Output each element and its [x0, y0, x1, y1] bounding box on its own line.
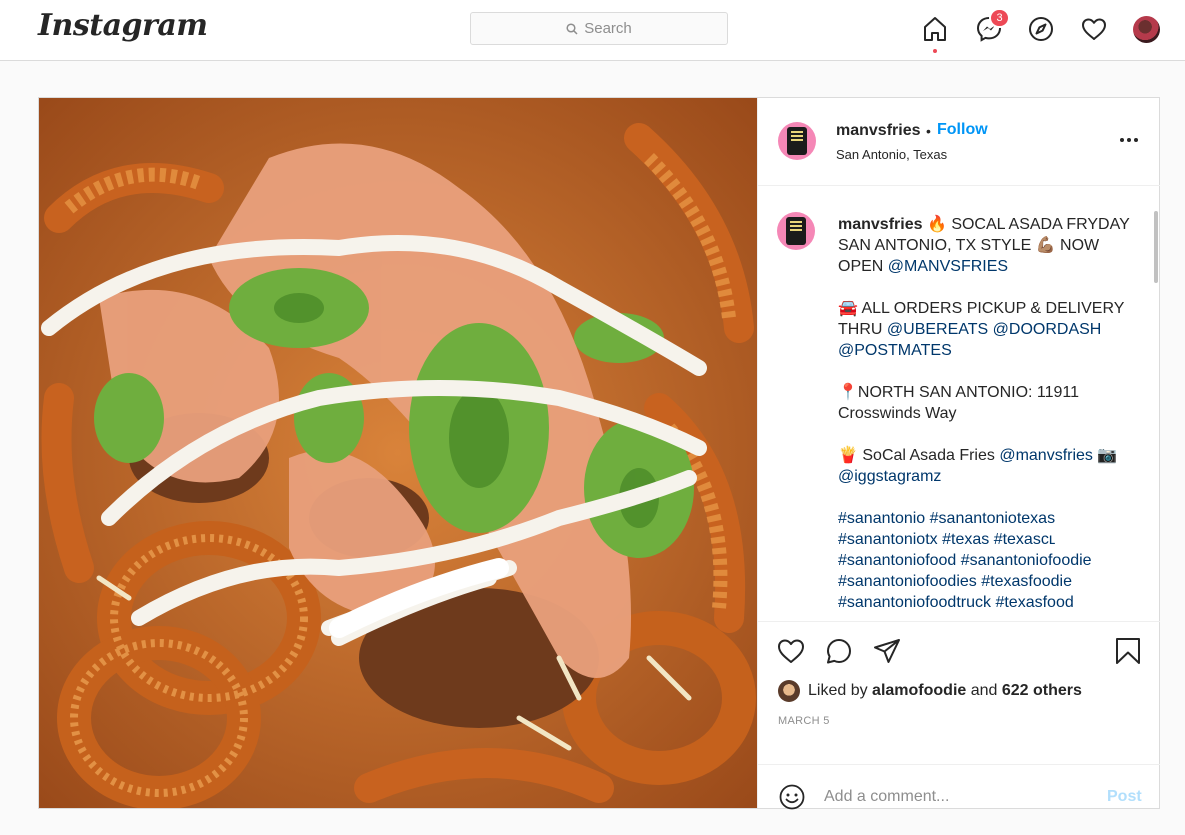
paper-plane-icon: [874, 639, 900, 663]
author-avatar[interactable]: [778, 122, 816, 160]
save-button[interactable]: [1113, 636, 1143, 666]
mention-link[interactable]: @manvsfries: [999, 447, 1093, 464]
caption-paragraph-gap: [838, 277, 1138, 298]
mention-link[interactable]: @iggstagramz: [838, 468, 941, 485]
more-options-button[interactable]: [1120, 138, 1140, 146]
profile-avatar[interactable]: [1133, 16, 1160, 43]
activity-button[interactable]: [1080, 15, 1108, 43]
active-dot: [933, 49, 937, 53]
likes-text: Liked by alamofoodie and 622 others: [808, 682, 1082, 700]
caption-paragraph: 📍NORTH SAN ANTONIO: 11911 Crosswinds Way: [838, 382, 1138, 424]
post-date[interactable]: MARCH 5: [778, 715, 830, 727]
likes-summary: Liked by alamofoodie and 622 others: [778, 680, 1082, 702]
search-box[interactable]: Search: [470, 12, 728, 45]
mention-link[interactable]: @POSTMATES: [838, 342, 952, 359]
fries-logo-icon: [786, 217, 806, 245]
top-nav: Instagram Search 3: [0, 0, 1185, 61]
comment-bar: Post: [758, 764, 1160, 830]
home-button[interactable]: [921, 15, 949, 53]
messages-button[interactable]: 3: [975, 8, 1010, 43]
caption-text: 📍NORTH SAN ANTONIO: 11911 Crosswinds Way: [838, 384, 1080, 422]
heart-icon: [1082, 18, 1106, 40]
caption-author-username[interactable]: manvsfries: [838, 216, 923, 233]
post-image[interactable]: [39, 98, 757, 808]
hashtag-link[interactable]: #texasfoodie: [981, 573, 1072, 590]
home-icon: [924, 17, 946, 41]
more-options-dot: [1134, 138, 1138, 142]
hashtag-link[interactable]: #sanantoniofoodtruck: [838, 594, 991, 611]
hashtag-link[interactable]: #sanantonio: [838, 510, 925, 527]
caption-scrollbar[interactable]: [1154, 211, 1158, 283]
caption-scroll-area[interactable]: manvsfries 🔥 SOCAL ASADA FRYDAY SAN ANTO…: [758, 187, 1160, 621]
post-header: manvsfries • Follow San Antonio, Texas: [758, 98, 1160, 186]
post-details-panel: manvsfries • Follow San Antonio, Texas m…: [757, 98, 1160, 810]
caption-paragraph: 🚘 ALL ORDERS PICKUP & DELIVERY THRU @UBE…: [838, 298, 1138, 361]
messages-badge: 3: [989, 8, 1010, 28]
caption-paragraph: 🍟 SoCal Asada Fries @manvsfries 📷 @iggst…: [838, 445, 1138, 487]
explore-button[interactable]: [1027, 15, 1055, 43]
like-button[interactable]: [776, 636, 806, 666]
hashtag-link[interactable]: #texas: [942, 531, 989, 548]
author-username[interactable]: manvsfries: [836, 122, 921, 140]
follow-button[interactable]: Follow: [937, 121, 988, 139]
mention-link[interactable]: @MANVSFRIES: [888, 258, 1008, 275]
comment-button[interactable]: [824, 636, 854, 666]
emoji-button[interactable]: [778, 783, 806, 811]
hashtag-link[interactable]: #sanantoniofoodies: [838, 573, 977, 590]
heart-outline-icon: [778, 639, 804, 663]
follow-separator: •: [926, 123, 931, 139]
hashtag-link[interactable]: #sanantoniofoodie: [961, 552, 1092, 569]
comment-icon: [827, 639, 851, 664]
mention-link[interactable]: @DOORDASH: [993, 321, 1102, 338]
compass-icon: [1029, 17, 1053, 41]
post-actions: Liked by alamofoodie and 622 others MARC…: [758, 621, 1160, 810]
smiley-icon: [779, 784, 805, 810]
caption-paragraph-gap: [838, 424, 1138, 445]
caption-author-avatar[interactable]: [777, 212, 815, 250]
bookmark-icon: [1116, 638, 1140, 664]
hashtag-link[interactable]: #sanantoniotx: [838, 531, 938, 548]
instagram-logo[interactable]: Instagram: [38, 8, 208, 43]
likes-conjunction: and: [966, 682, 1002, 699]
caption-paragraph: manvsfries 🔥 SOCAL ASADA FRYDAY SAN ANTO…: [838, 214, 1138, 277]
likes-prefix: Liked by: [808, 682, 873, 699]
hashtag-link[interactable]: #texasᴄʟ: [994, 531, 1056, 548]
food-photo-illustration: [39, 98, 757, 808]
post-location[interactable]: San Antonio, Texas: [836, 147, 947, 162]
post-caption: manvsfries 🔥 SOCAL ASADA FRYDAY SAN ANTO…: [838, 214, 1138, 613]
search-placeholder: Search: [584, 20, 632, 37]
post-card: manvsfries • Follow San Antonio, Texas m…: [38, 97, 1160, 810]
likes-others-link[interactable]: 622 others: [1002, 682, 1082, 699]
caption-paragraph-gap: [838, 487, 1138, 508]
more-options-dot: [1127, 138, 1131, 142]
mention-link[interactable]: @UBEREATS: [887, 321, 988, 338]
caption-text: 🍟 SoCal Asada Fries: [838, 447, 1000, 464]
more-options-icon: [1120, 138, 1124, 142]
caption-paragraph: #sanantonio #sanantoniotexas #sanantonio…: [838, 508, 1138, 613]
caption-paragraph-gap: [838, 361, 1138, 382]
hashtag-link[interactable]: #sanantoniofood: [838, 552, 956, 569]
hashtag-link[interactable]: #sanantoniotexas: [930, 510, 1055, 527]
liker-username[interactable]: alamofoodie: [872, 682, 966, 699]
caption-text: 📷: [1092, 447, 1118, 464]
share-button[interactable]: [872, 636, 902, 666]
fries-logo-icon: [787, 127, 807, 155]
post-comment-button[interactable]: Post: [1107, 788, 1142, 806]
liker-avatar[interactable]: [778, 680, 800, 702]
search-icon: [566, 22, 578, 35]
hashtag-link[interactable]: #texasfood: [995, 594, 1073, 611]
comment-input[interactable]: [824, 785, 1084, 809]
